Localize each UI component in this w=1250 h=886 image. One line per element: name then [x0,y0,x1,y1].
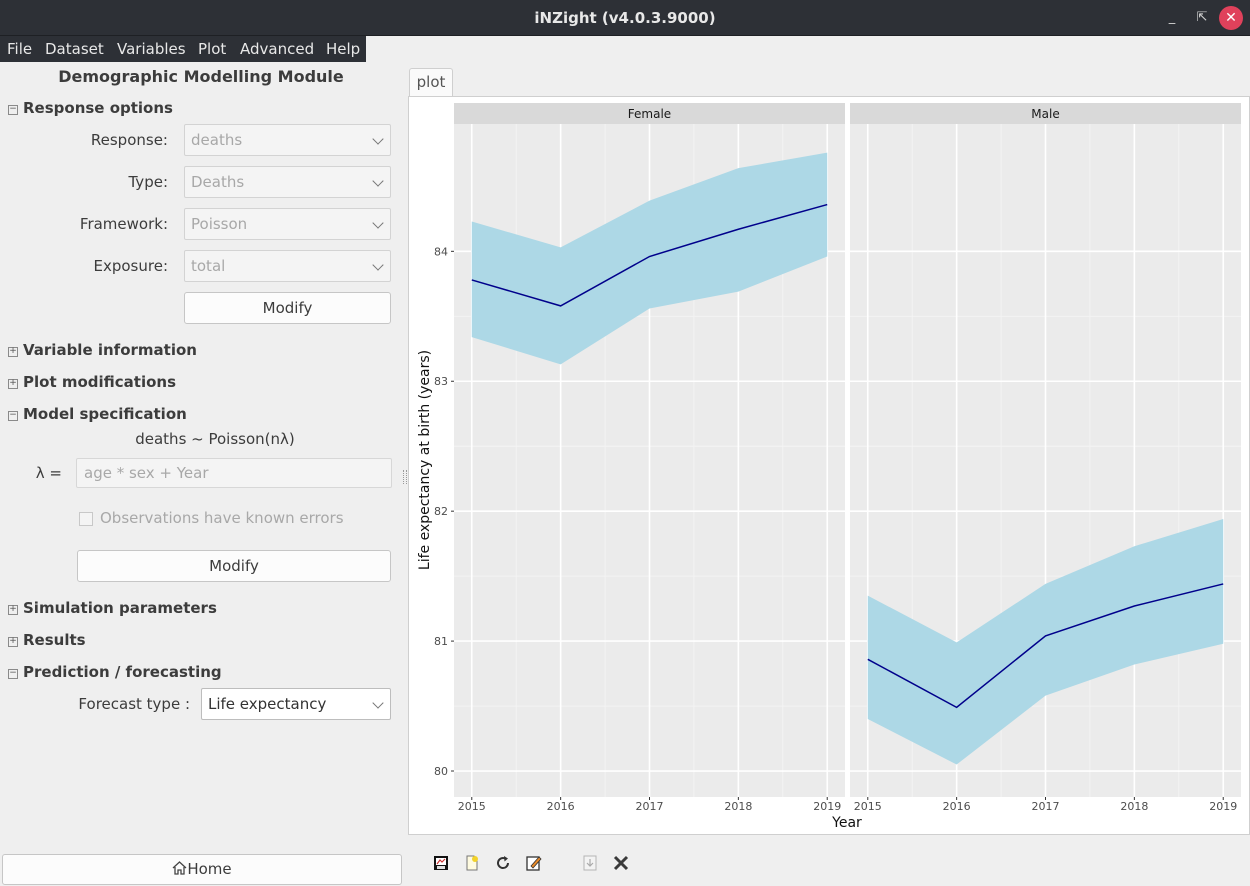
facet-strip-label: Female [628,107,671,121]
framework-label: Framework: [79,215,168,233]
framework-value: Poisson [191,215,248,233]
x-tick-label: 2016 [943,800,971,813]
known-errors-checkbox[interactable] [79,512,93,526]
panel-splitter-handle[interactable] [403,470,407,484]
response-value: deaths [191,131,243,149]
section-prediction-forecasting[interactable]: − Prediction / forecasting [8,663,222,681]
menu-bar: File Dataset Variables Plot Advanced Hel… [0,36,366,62]
lambda-input[interactable]: age * sex + Year [76,458,392,488]
minimize-icon[interactable]: _ [1160,6,1184,30]
exposure-select[interactable]: total [184,250,391,282]
home-label: Home [187,860,232,878]
known-errors-label: Observations have known errors [100,509,344,527]
refresh-icon[interactable] [495,855,511,871]
menu-dataset[interactable]: Dataset [45,40,104,58]
y-tick-label: 81 [434,635,448,648]
y-tick-label: 83 [434,375,448,388]
section-results[interactable]: + Results [8,631,86,649]
section-label: Plot modifications [23,373,177,391]
section-label: Prediction / forecasting [23,663,222,681]
menu-advanced[interactable]: Advanced [240,40,314,58]
menu-help[interactable]: Help [326,40,360,58]
section-label: Variable information [23,341,197,359]
home-button[interactable]: Home [2,854,402,885]
x-tick-label: 2018 [1120,800,1148,813]
x-tick-label: 2015 [458,800,486,813]
modify-model-button[interactable]: Modify [77,550,391,582]
expand-icon[interactable]: + [8,637,18,647]
x-tick-label: 2017 [1032,800,1060,813]
new-plot-icon[interactable] [464,855,480,871]
facet-strip-label: Male [1031,107,1059,121]
plot-frame: Female 2015 2016 2017 2018 2019 Male 2015 2016 20… [408,96,1250,835]
type-label: Type: [128,173,168,191]
response-select[interactable]: deaths [184,124,391,156]
chevron-down-icon [372,217,384,229]
window-title: iNZight (v4.0.3.9000) [534,9,716,27]
response-label: Response: [90,131,168,149]
type-value: Deaths [191,173,245,191]
download-icon[interactable] [582,855,598,871]
x-axis-title: Year [831,815,862,831]
menu-plot[interactable]: Plot [198,40,226,58]
expand-icon[interactable]: + [8,379,18,389]
chevron-down-icon [372,175,384,187]
y-tick-label: 80 [434,765,448,778]
collapse-icon[interactable]: − [8,669,18,679]
modify-response-button[interactable]: Modify [184,292,391,324]
x-tick-label: 2019 [1209,800,1237,813]
section-plot-modifications[interactable]: + Plot modifications [8,373,176,391]
chevron-down-icon [372,133,384,145]
section-label: Model specification [23,405,187,423]
menu-variables[interactable]: Variables [117,40,186,58]
x-tick-label: 2018 [724,800,752,813]
section-simulation-parameters[interactable]: + Simulation parameters [8,599,217,617]
exposure-label: Exposure: [93,257,169,275]
expand-icon[interactable]: + [8,605,18,615]
y-tick-label: 84 [434,245,448,258]
section-response-options[interactable]: − Response options [8,99,173,117]
section-label: Response options [23,99,173,117]
chevron-down-icon [372,697,384,709]
title-bar: iNZight (v4.0.3.9000) _ ⇱ ✕ [0,0,1250,36]
forecast-type-value: Life expectancy [208,695,327,713]
collapse-icon[interactable]: − [8,105,18,115]
lambda-label: λ = [35,464,62,482]
close-window-icon[interactable]: ✕ [1219,6,1243,30]
forecast-type-label: Forecast type : [78,695,190,713]
x-tick-label: 2017 [636,800,664,813]
framework-select[interactable]: Poisson [184,208,391,240]
forecast-type-select[interactable]: Life expectancy [201,688,391,720]
tab-plot[interactable]: plot [409,68,453,97]
maximize-icon[interactable]: ⇱ [1190,6,1214,30]
exposure-value: total [191,257,226,275]
expand-icon[interactable]: + [8,347,18,357]
x-tick-label: 2016 [547,800,575,813]
section-label: Simulation parameters [23,599,217,617]
lambda-placeholder: age * sex + Year [84,464,209,482]
section-model-specification[interactable]: − Model specification [8,405,187,423]
y-axis-title: Life expectancy at birth (years) [417,350,433,570]
close-plot-icon[interactable] [613,855,629,871]
section-label: Results [23,631,86,649]
export-plot-icon[interactable] [433,855,449,871]
collapse-icon[interactable]: − [8,411,18,421]
menu-file[interactable]: File [7,40,32,58]
home-icon [172,861,187,875]
module-title: Demographic Modelling Module [58,67,344,86]
edit-icon[interactable] [526,855,542,871]
x-tick-label: 2019 [813,800,841,813]
type-select[interactable]: Deaths [184,166,391,198]
section-variable-information[interactable]: + Variable information [8,341,197,359]
y-tick-label: 82 [434,505,448,518]
model-formula: deaths ~ Poisson(nλ) [135,430,295,448]
forecast-chart: Female 2015 2016 2017 2018 2019 Male 2015 2016 20… [417,103,1241,831]
x-tick-label: 2015 [854,800,882,813]
chevron-down-icon [372,259,384,271]
